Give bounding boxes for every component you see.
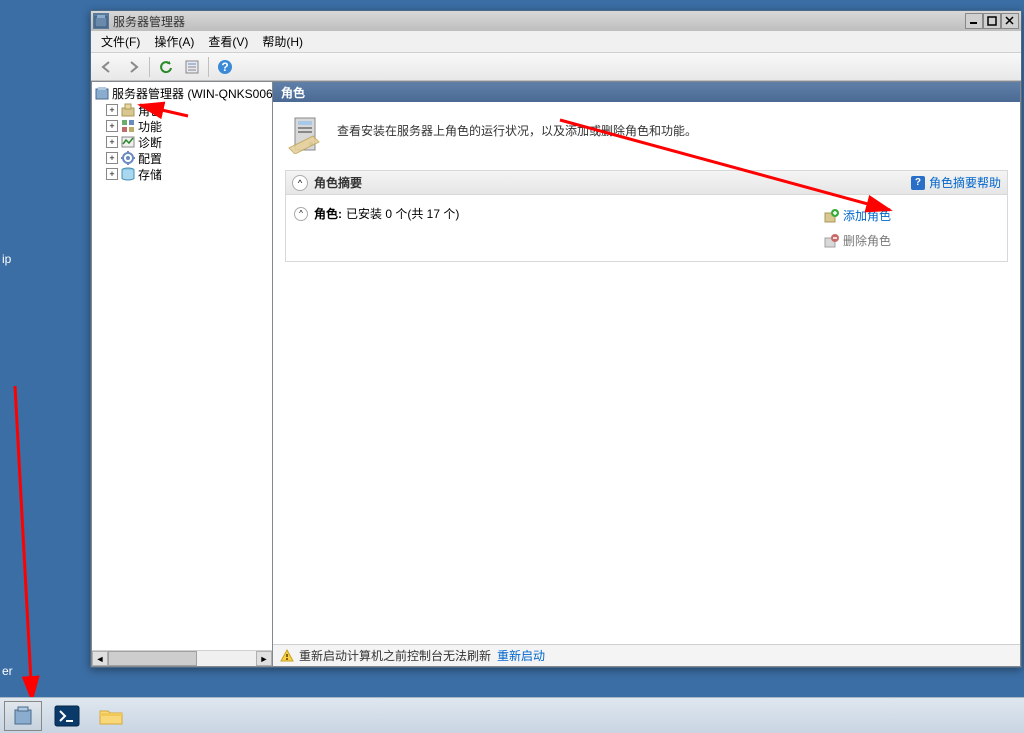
content-body: 查看安装在服务器上角色的运行状况，以及添加或删除角色和功能。 ^ 角色摘要 ? … xyxy=(273,102,1020,644)
description-text: 查看安装在服务器上角色的运行状况，以及添加或删除角色和功能。 xyxy=(337,114,697,139)
tree-scrollbar[interactable]: ◄ ► xyxy=(92,650,272,666)
close-button[interactable] xyxy=(1001,13,1019,29)
tree-label: 存储 xyxy=(138,166,162,183)
titlebar[interactable]: 服务器管理器 xyxy=(91,11,1021,31)
svg-text:?: ? xyxy=(221,60,228,74)
body-area: 服务器管理器 (WIN-QNKS0067J2 + 角色 + 功能 + xyxy=(91,81,1021,667)
properties-button[interactable] xyxy=(180,55,204,79)
content-header: 角色 xyxy=(273,82,1020,102)
window-title: 服务器管理器 xyxy=(113,13,965,30)
tree-item-features[interactable]: + 功能 xyxy=(94,118,270,134)
server-manager-window: 服务器管理器 文件(F) 操作(A) 查看(V) 帮助(H) ? 服务器管理器 … xyxy=(90,10,1022,668)
menu-help[interactable]: 帮助(H) xyxy=(256,31,309,52)
status-bar: 重新启动计算机之前控制台无法刷新 重新启动 xyxy=(273,644,1020,666)
section-body: ^ 角色: 已安装 0 个(共 17 个) 添加角色 xyxy=(286,195,1007,261)
tree-item-configuration[interactable]: + 配置 xyxy=(94,150,270,166)
section-title: 角色摘要 xyxy=(314,174,911,191)
scroll-right-button[interactable]: ► xyxy=(256,651,272,666)
roles-count-row: ^ 角色: 已安装 0 个(共 17 个) xyxy=(294,205,819,222)
remove-role-text: 删除角色 xyxy=(843,232,891,249)
section-help-link[interactable]: ? 角色摘要帮助 xyxy=(911,174,1001,191)
tree-panel: 服务器管理器 (WIN-QNKS0067J2 + 角色 + 功能 + xyxy=(91,81,273,667)
restart-link[interactable]: 重新启动 xyxy=(497,647,545,664)
help-link-text: 角色摘要帮助 xyxy=(929,174,1001,191)
refresh-button[interactable] xyxy=(154,55,178,79)
maximize-button[interactable] xyxy=(983,13,1001,29)
taskbar xyxy=(0,697,1024,733)
taskbar-powershell[interactable] xyxy=(48,701,86,731)
status-text: 重新启动计算机之前控制台无法刷新 xyxy=(299,647,491,664)
expand-icon[interactable]: + xyxy=(106,168,118,180)
menubar: 文件(F) 操作(A) 查看(V) 帮助(H) xyxy=(91,31,1021,53)
collapse-button[interactable]: ^ xyxy=(292,175,308,191)
minimize-button[interactable] xyxy=(965,13,983,29)
features-icon xyxy=(120,118,136,134)
remove-role-icon xyxy=(823,233,839,249)
tree-root[interactable]: 服务器管理器 (WIN-QNKS0067J2 xyxy=(94,84,270,102)
roles-label: 角色: xyxy=(314,205,342,222)
roles-count-value: 已安装 0 个(共 17 个) xyxy=(346,205,459,222)
taskbar-server-manager[interactable] xyxy=(4,701,42,731)
roles-summary-section: ^ 角色摘要 ? 角色摘要帮助 ^ 角色: 已安装 0 个(共 17 个 xyxy=(285,170,1008,262)
help-button[interactable]: ? xyxy=(213,55,237,79)
toolbar-separator xyxy=(208,57,209,77)
back-button[interactable] xyxy=(95,55,119,79)
sub-collapse-button[interactable]: ^ xyxy=(294,207,308,221)
app-icon xyxy=(93,13,109,29)
server-icon xyxy=(94,85,110,101)
tree-label: 配置 xyxy=(138,150,162,167)
add-role-link[interactable]: 添加角色 xyxy=(819,205,999,226)
menu-action[interactable]: 操作(A) xyxy=(148,31,200,52)
tree-item-roles[interactable]: + 角色 xyxy=(94,102,270,118)
forward-button[interactable] xyxy=(121,55,145,79)
server-tower-icon xyxy=(285,114,325,154)
scroll-track[interactable] xyxy=(108,651,256,666)
toolbar-separator xyxy=(149,57,150,77)
scroll-left-button[interactable]: ◄ xyxy=(92,651,108,666)
expand-icon[interactable]: + xyxy=(106,104,118,116)
expand-icon[interactable]: + xyxy=(106,136,118,148)
scroll-thumb[interactable] xyxy=(108,651,197,666)
section-header: ^ 角色摘要 ? 角色摘要帮助 xyxy=(286,171,1007,195)
toolbar: ? xyxy=(91,53,1021,81)
desktop-label-er: er xyxy=(2,664,13,678)
expand-icon[interactable]: + xyxy=(106,152,118,164)
tree-label: 功能 xyxy=(138,118,162,135)
tree-label: 角色 xyxy=(138,102,162,119)
menu-view[interactable]: 查看(V) xyxy=(202,31,254,52)
taskbar-explorer[interactable] xyxy=(92,701,130,731)
help-icon: ? xyxy=(911,176,925,190)
content-panel: 角色 查看安装在服务器上角色的运行状况，以及添加或删除角色和功能。 ^ 角色摘要… xyxy=(273,81,1021,667)
desktop-label-ip: ip xyxy=(2,252,11,266)
menu-file[interactable]: 文件(F) xyxy=(95,31,146,52)
tree-item-storage[interactable]: + 存储 xyxy=(94,166,270,182)
diagnostics-icon xyxy=(120,134,136,150)
expand-icon[interactable]: + xyxy=(106,120,118,132)
add-role-icon xyxy=(823,208,839,224)
add-role-text: 添加角色 xyxy=(843,207,891,224)
remove-role-link[interactable]: 删除角色 xyxy=(819,230,999,251)
tree-item-diagnostics[interactable]: + 诊断 xyxy=(94,134,270,150)
tree-label: 诊断 xyxy=(138,134,162,151)
tree-root-label: 服务器管理器 (WIN-QNKS0067J2 xyxy=(112,85,273,102)
warning-icon xyxy=(279,648,295,664)
storage-icon xyxy=(120,166,136,182)
roles-icon xyxy=(120,102,136,118)
configuration-icon xyxy=(120,150,136,166)
